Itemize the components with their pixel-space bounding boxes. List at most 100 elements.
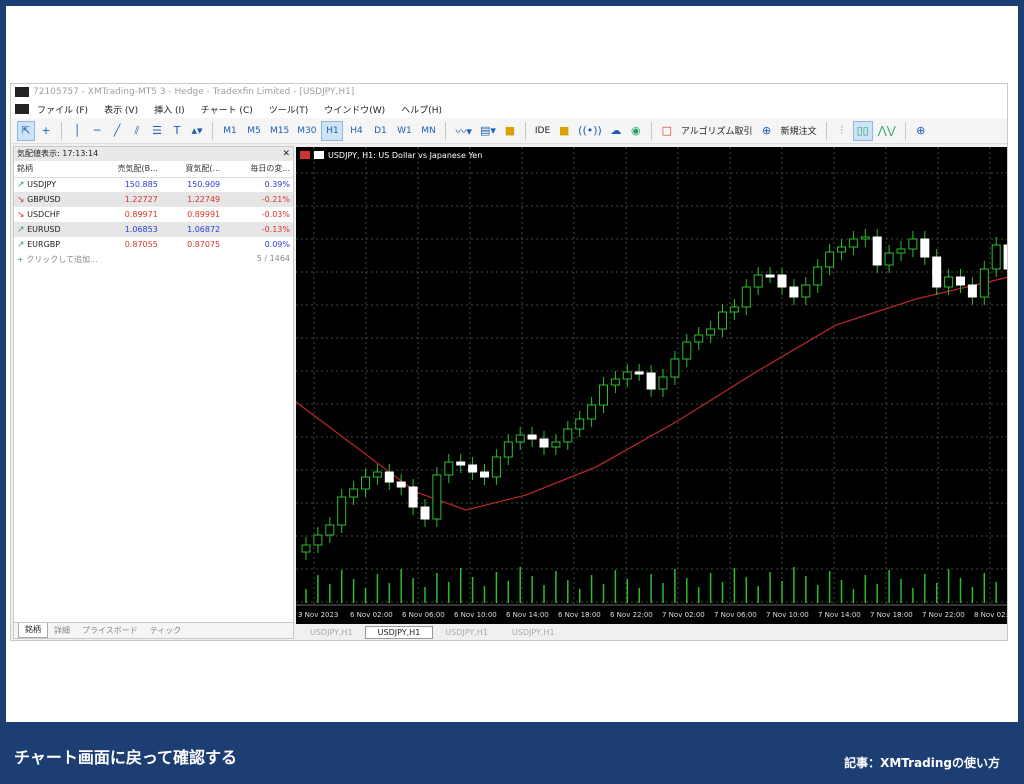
lock-icon[interactable]: ■	[555, 121, 573, 141]
timeframe-mn[interactable]: MN	[417, 121, 439, 141]
tab-details[interactable]: 詳細	[48, 625, 76, 636]
menu-help[interactable]: ヘルプ(H)	[401, 103, 442, 116]
candle	[527, 434, 537, 440]
menu-insert[interactable]: 挿入 (I)	[154, 103, 185, 116]
bid-cell: 150.885	[124, 180, 158, 190]
tab-ticks[interactable]: ティック	[144, 625, 188, 636]
column-header-bid[interactable]: 売気配(B...	[90, 161, 161, 178]
crosshair-icon[interactable]: +	[37, 121, 55, 141]
symbol-count: 5 / 1464	[256, 254, 290, 263]
time-label: 7 Nov 10:00	[766, 611, 809, 619]
horizontal-line-icon[interactable]: ─	[88, 121, 106, 141]
market-watch-header: 気配値表示: 17:13:14 ✕	[14, 147, 293, 161]
chart-tab-active[interactable]: USDJPY,H1	[364, 625, 434, 639]
time-label: 7 Nov 14:00	[818, 611, 861, 619]
chart-tab[interactable]: USDJPY,H1	[433, 627, 500, 638]
candle	[694, 334, 704, 343]
time-label: 7 Nov 18:00	[870, 611, 913, 619]
timeframe-m15[interactable]: M15	[267, 121, 292, 141]
timeframe-m1[interactable]: M1	[219, 121, 241, 141]
signal-icon[interactable]: ((•))	[575, 121, 605, 141]
template-icon[interactable]: ▤▾	[477, 121, 499, 141]
zoom-icon[interactable]: ⊕	[912, 121, 930, 141]
candle	[979, 268, 989, 298]
timeframe-h1[interactable]: H1	[321, 120, 344, 141]
close-icon[interactable]: ✕	[282, 147, 290, 161]
algo-trading-icon[interactable]: □	[658, 121, 676, 141]
time-label: 7 Nov 02:00	[662, 611, 705, 619]
timeframe-m5[interactable]: M5	[243, 121, 265, 141]
column-header-ask[interactable]: 買気配(...	[160, 161, 224, 178]
script-icon[interactable]: ■	[501, 121, 519, 141]
tab-symbols[interactable]: 銘柄	[18, 623, 48, 638]
timeframe-h4[interactable]: H4	[345, 121, 367, 141]
menu-file[interactable]: ファイル (F)	[37, 103, 88, 116]
price-chart[interactable]: 3 Nov 2023 6 Nov 02:00 6 Nov 06:00 6 Nov 10…	[296, 147, 1008, 624]
market-icon[interactable]: ◉	[627, 121, 645, 141]
symbol-cell: ↗ USDJPY	[14, 177, 90, 192]
menu-window[interactable]: ウインドウ(W)	[324, 103, 385, 116]
add-icon: +	[17, 255, 27, 264]
symbol-cell: ↗ EURUSD	[14, 222, 91, 237]
timeframe-m30[interactable]: M30	[294, 121, 319, 141]
text-tool-icon[interactable]: T	[168, 121, 186, 141]
candle	[813, 266, 823, 286]
algo-trading-button[interactable]: アルゴリズム取引	[678, 121, 756, 141]
table-row[interactable]: ↘ USDCHF 0.89971 0.89991 -0.03%	[14, 207, 293, 222]
time-label: 6 Nov 14:00	[506, 611, 549, 619]
table-row[interactable]: ↗ EURUSD 1.06853 1.06872 -0.13%	[14, 222, 293, 237]
chart-tab[interactable]: USDJPY,H1	[500, 627, 567, 638]
ask-cell: 150.909	[187, 180, 221, 190]
bars-icon[interactable]: ⫶	[833, 121, 851, 141]
menu-chart[interactable]: チャート (C)	[201, 103, 253, 116]
candle	[408, 486, 418, 508]
new-order-icon[interactable]: ⊕	[758, 121, 776, 141]
line-chart-icon[interactable]: ⋀⋁	[875, 121, 899, 141]
toolbar-separator	[61, 121, 62, 140]
vertical-line-icon[interactable]: │	[68, 121, 86, 141]
candle	[587, 404, 597, 420]
tab-price-board[interactable]: プライスボード	[76, 625, 144, 636]
candle	[706, 328, 716, 336]
chart-tab[interactable]: USDJPY,H1	[298, 627, 365, 638]
candle	[337, 496, 347, 526]
shapes-icon[interactable]: ▴▾	[188, 121, 206, 141]
candle	[563, 428, 573, 443]
menu-view[interactable]: 表示 (V)	[104, 103, 138, 116]
ide-button[interactable]: IDE	[532, 121, 553, 141]
column-header-change[interactable]: 毎日の変...	[223, 161, 293, 178]
add-symbol-label: クリックして追加...	[26, 255, 98, 264]
toolbar-separator	[212, 121, 213, 140]
menu-tools[interactable]: ツール(T)	[269, 103, 309, 116]
candle	[848, 238, 858, 248]
fibonacci-icon[interactable]: ☰	[148, 121, 166, 141]
time-label: 8 Nov 02:00	[974, 611, 1008, 619]
arrow-down-icon: ↘	[17, 194, 25, 205]
channel-icon[interactable]: ⫽	[128, 121, 146, 141]
candle	[670, 358, 680, 378]
cursor-tool-icon[interactable]: ⇱	[17, 120, 35, 141]
chart-window[interactable]: 3 Nov 2023 6 Nov 02:00 6 Nov 06:00 6 Nov 10…	[296, 147, 1008, 624]
trendline-icon[interactable]: ╱	[108, 121, 126, 141]
time-label: 6 Nov 06:00	[402, 611, 445, 619]
table-row[interactable]: ↗ EURGBP 0.87055 0.87075 0.09%	[14, 237, 293, 252]
candle	[884, 252, 894, 266]
candle	[860, 236, 870, 240]
chart-type-icon[interactable]: 〰▾	[452, 121, 475, 141]
mt5-window: 72105757 - XMTrading-MT5 3 - Hedge - Tra…	[10, 83, 1008, 641]
candle	[765, 274, 775, 278]
candles-icon[interactable]: ▯▯	[852, 120, 873, 141]
timeframe-d1[interactable]: D1	[369, 121, 391, 141]
timeframe-w1[interactable]: W1	[393, 121, 415, 141]
chart-menu-icon[interactable]	[314, 151, 324, 159]
candle	[729, 306, 739, 313]
vps-icon[interactable]: ☁	[607, 121, 625, 141]
table-row[interactable]: ↗ USDJPY 150.885 150.909 0.39%	[14, 177, 293, 192]
chart-header: USDJPY, H1: US Dollar vs Japanese Yen	[328, 151, 482, 160]
flag-icon	[300, 151, 310, 159]
column-header-symbol[interactable]: 銘柄	[14, 161, 91, 178]
new-order-button[interactable]: 新規注文	[778, 121, 820, 141]
add-symbol-row[interactable]: + クリックして追加... 5 / 1464	[14, 252, 293, 267]
table-row[interactable]: ↘ GBPUSD 1.22727 1.22749 -0.21%	[14, 192, 293, 207]
arrow-up-icon: ↗	[17, 239, 25, 250]
